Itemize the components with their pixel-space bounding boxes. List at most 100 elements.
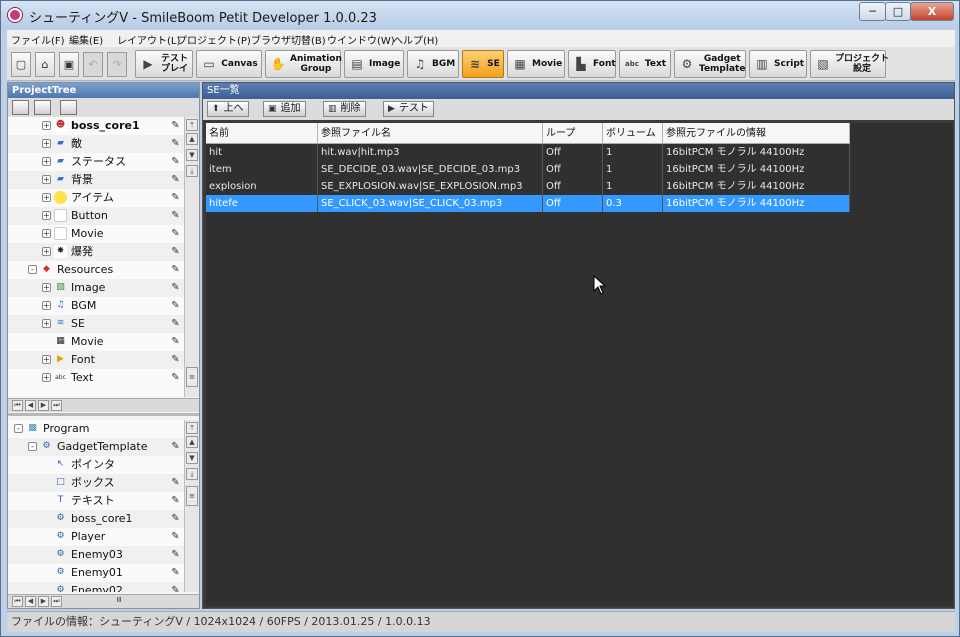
expand-icon[interactable]: + bbox=[42, 355, 51, 364]
edit-pen-icon[interactable]: ✎ bbox=[169, 119, 182, 132]
table-row[interactable]: item SE_DECIDE_03.wav|SE_DECIDE_03.mp3 Off… bbox=[206, 161, 850, 178]
menu-edit[interactable]: 編集(E) bbox=[69, 32, 103, 47]
delete-button[interactable]: ▥ 削除 bbox=[323, 101, 366, 117]
expand-icon[interactable]: + bbox=[42, 319, 51, 328]
maximize-button[interactable]: □ bbox=[885, 2, 911, 21]
expand-icon[interactable]: + bbox=[42, 373, 51, 382]
project-settings-button[interactable]: ▧ プロジェクト 設定 bbox=[810, 50, 889, 78]
close-button[interactable]: X bbox=[910, 2, 954, 21]
edit-pen-icon[interactable]: ✎ bbox=[169, 317, 182, 330]
edit-pen-icon[interactable]: ✎ bbox=[169, 173, 182, 186]
save-icon[interactable]: ▣ bbox=[59, 52, 79, 77]
animation-group-button[interactable]: ✋ Animation Group bbox=[265, 50, 342, 78]
expand-icon[interactable]: + bbox=[42, 283, 51, 292]
program_tree-tree-item[interactable]: ⚙ Enemy01 ✎ bbox=[8, 564, 184, 582]
image-button[interactable]: ▤ Image bbox=[344, 50, 404, 78]
project_tree-tree-item[interactable]: + ☻ boss_core1 ✎ bbox=[8, 117, 184, 135]
scroll-thumb[interactable]: ≡ bbox=[186, 486, 198, 506]
table-row[interactable]: explosion SE_EXPLOSION.wav|SE_EXPLOSION.m… bbox=[206, 178, 850, 195]
test-button[interactable]: ▶ テスト bbox=[383, 101, 434, 117]
scroll-down-icon[interactable]: ▼ bbox=[186, 452, 198, 464]
text-button[interactable]: abc Text bbox=[619, 50, 671, 78]
undo-icon[interactable]: ↶ bbox=[83, 52, 103, 77]
collapse-icon[interactable]: - bbox=[28, 442, 37, 451]
expand-icon[interactable]: + bbox=[42, 229, 51, 238]
edit-pen-icon[interactable]: ✎ bbox=[169, 530, 182, 543]
project_tree-tree-item[interactable]: + ♫ BGM ✎ bbox=[8, 297, 184, 315]
program-tree-scrollbar[interactable]: ⤒ ▲ ▼ ⤓ ≡ bbox=[184, 420, 199, 592]
edit-pen-icon[interactable]: ✎ bbox=[169, 440, 182, 453]
font-button[interactable]: ▙ Font bbox=[568, 50, 616, 78]
add-button[interactable]: ▣ 追加 bbox=[263, 101, 306, 117]
movie-button[interactable]: ▦ Movie bbox=[507, 50, 565, 78]
program_tree-tree-item[interactable]: ⚙ Player ✎ bbox=[8, 528, 184, 546]
move-up-button[interactable]: ⬆ 上へ bbox=[207, 101, 249, 117]
menu-project[interactable]: プロジェクト(P) bbox=[177, 32, 251, 47]
expand-icon[interactable]: + bbox=[42, 157, 51, 166]
pane-splitter[interactable] bbox=[8, 413, 199, 416]
add-folder-icon[interactable] bbox=[34, 100, 51, 115]
program_tree-tree-item[interactable]: ⚙ Enemy03 ✎ bbox=[8, 546, 184, 564]
expand-icon[interactable]: + bbox=[42, 211, 51, 220]
program_tree-tree-item[interactable]: - ⚙ GadgetTemplate ✎ bbox=[8, 438, 184, 456]
first-icon[interactable]: ⏮ bbox=[12, 596, 23, 607]
trash-icon[interactable] bbox=[60, 100, 77, 115]
edit-pen-icon[interactable]: ✎ bbox=[169, 191, 182, 204]
add-item-icon[interactable] bbox=[12, 100, 29, 115]
edit-pen-icon[interactable]: ✎ bbox=[169, 566, 182, 579]
project_tree-tree-item[interactable]: + ▨ Image ✎ bbox=[8, 279, 184, 297]
table-row[interactable]: hitefe SE_CLICK_03.wav|SE_CLICK_03.mp3 Off… bbox=[206, 195, 850, 212]
edit-pen-icon[interactable]: ✎ bbox=[169, 155, 182, 168]
menu-window[interactable]: ウインドウ(W) bbox=[327, 32, 395, 47]
project_tree-tree-item[interactable]: + アイテム ✎ bbox=[8, 189, 184, 207]
project_tree-tree-item[interactable]: + abc Text ✎ bbox=[8, 369, 184, 387]
project_tree-tree-item[interactable]: + Movie ✎ bbox=[8, 225, 184, 243]
edit-pen-icon[interactable]: ✎ bbox=[169, 263, 182, 276]
project_tree-tree-item[interactable]: - ◆ Resources ✎ bbox=[8, 261, 184, 279]
canvas-button[interactable]: ▭ Canvas bbox=[196, 50, 262, 78]
expand-icon[interactable]: + bbox=[42, 301, 51, 310]
redo-icon[interactable]: ↷ bbox=[107, 52, 127, 77]
column-header-loop[interactable]: ループ bbox=[543, 123, 603, 144]
next-icon[interactable]: ▶ bbox=[38, 400, 49, 411]
program_tree-tree-item[interactable]: ↖ ポインタ bbox=[8, 456, 184, 474]
table-row[interactable]: hit hit.wav|hit.mp3 Off 1 16bitPCM モノラル 4410… bbox=[206, 144, 850, 161]
edit-pen-icon[interactable]: ✎ bbox=[169, 137, 182, 150]
prev-icon[interactable]: ◀ bbox=[25, 400, 36, 411]
column-header-name[interactable]: 名前 bbox=[206, 123, 318, 144]
edit-pen-icon[interactable]: ✎ bbox=[169, 353, 182, 366]
column-header-volume[interactable]: ボリューム bbox=[603, 123, 663, 144]
new-page-icon[interactable]: ▢ bbox=[11, 52, 31, 77]
open-folder-icon[interactable]: ⌂ bbox=[35, 52, 55, 77]
last-icon[interactable]: ⏭ bbox=[51, 400, 62, 411]
edit-pen-icon[interactable]: ✎ bbox=[169, 281, 182, 294]
program_tree-tree-item[interactable]: □ ボックス ✎ bbox=[8, 474, 184, 492]
column-header-file[interactable]: 参照ファイル名 bbox=[318, 123, 543, 144]
prev-icon[interactable]: ◀ bbox=[25, 596, 36, 607]
last-icon[interactable]: ⏭ bbox=[51, 596, 62, 607]
program_tree-tree-item[interactable]: ⚙ Enemy02 ✎ bbox=[8, 582, 184, 592]
edit-pen-icon[interactable]: ✎ bbox=[169, 299, 182, 312]
scroll-up-icon[interactable]: ▲ bbox=[186, 436, 198, 448]
project_tree-tree-item[interactable]: + ≋ SE ✎ bbox=[8, 315, 184, 333]
gadget-template-button[interactable]: ⚙ Gadget Template bbox=[674, 50, 746, 78]
scroll-up-icon[interactable]: ▲ bbox=[186, 133, 198, 145]
hscroll-grip-icon[interactable]: Ⅲ bbox=[112, 596, 126, 607]
bgm-button[interactable]: ♫ BGM bbox=[407, 50, 459, 78]
scroll-top-icon[interactable]: ⤒ bbox=[186, 119, 198, 131]
edit-pen-icon[interactable]: ✎ bbox=[169, 335, 182, 348]
project_tree-tree-item[interactable]: + ▰ 敵 ✎ bbox=[8, 135, 184, 153]
edit-pen-icon[interactable]: ✎ bbox=[169, 584, 182, 592]
scroll-bottom-icon[interactable]: ⤓ bbox=[186, 165, 198, 177]
expand-icon[interactable]: + bbox=[42, 121, 51, 130]
menu-browser-switch[interactable]: ブラウザ切替(B) bbox=[251, 32, 326, 47]
edit-pen-icon[interactable]: ✎ bbox=[169, 371, 182, 384]
edit-pen-icon[interactable]: ✎ bbox=[169, 245, 182, 258]
edit-pen-icon[interactable]: ✎ bbox=[169, 227, 182, 240]
edit-pen-icon[interactable]: ✎ bbox=[169, 476, 182, 489]
test-play-button[interactable]: ▶ テスト プレイ bbox=[135, 50, 193, 78]
project_tree-tree-item[interactable]: + ✸ 爆発 ✎ bbox=[8, 243, 184, 261]
program_tree-tree-item[interactable]: - ▩ Program bbox=[8, 420, 184, 438]
project_tree-tree-item[interactable]: + Button ✎ bbox=[8, 207, 184, 225]
project_tree-tree-item[interactable]: + ▶ Font ✎ bbox=[8, 351, 184, 369]
